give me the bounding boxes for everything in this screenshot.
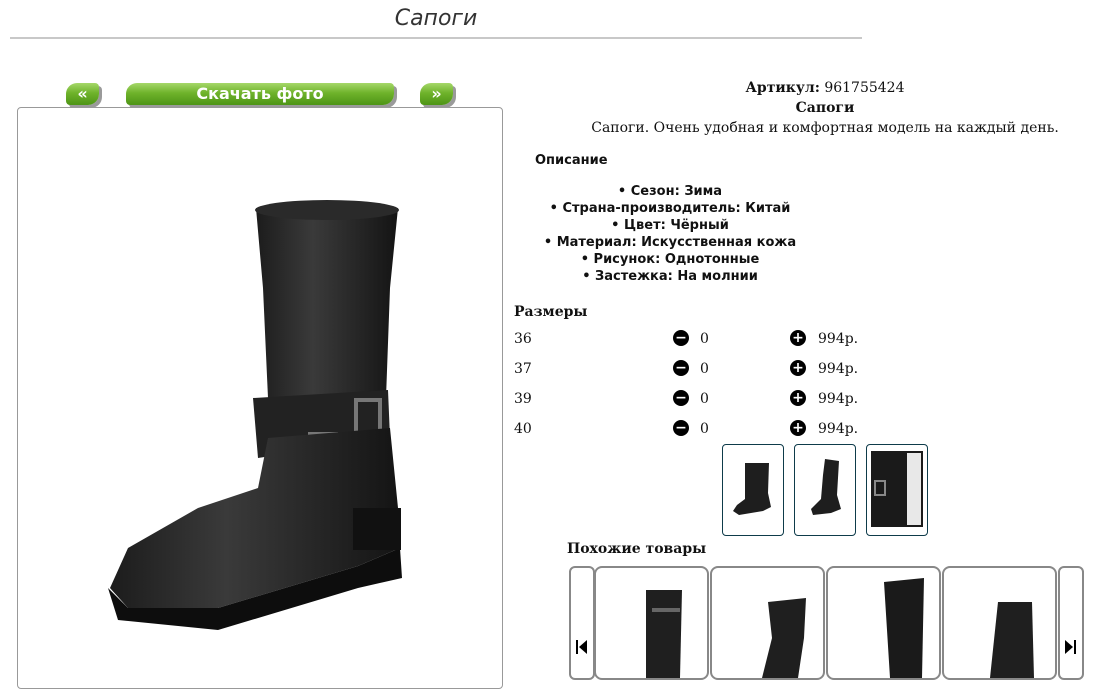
description-title: Описание (535, 153, 608, 168)
product-name: Сапоги (795, 100, 855, 116)
similar-product-card[interactable] (826, 566, 941, 680)
thumbnail-image (733, 463, 771, 515)
size-value: 37 (514, 361, 532, 377)
similar-product-card[interactable] (594, 566, 709, 680)
feature-list: Сезон: Зима Страна-производитель: Китай … (510, 183, 830, 285)
feature-item: Страна-производитель: Китай (510, 200, 830, 217)
product-sku: Артикул: 961755424 (510, 80, 1116, 96)
similar-product-image (990, 602, 1034, 678)
similar-product-card[interactable] (942, 566, 1057, 680)
download-photo-button[interactable]: Скачать фото (126, 83, 394, 105)
feature-item: Рисунок: Однотонные (510, 251, 830, 268)
page-title: Сапоги (394, 6, 478, 31)
feature-item: Сезон: Зима (510, 183, 830, 200)
size-value: 36 (514, 331, 532, 347)
thumbnail-image (811, 459, 841, 515)
thumbnail-image (871, 451, 923, 527)
similar-next-button[interactable] (1058, 566, 1084, 680)
skip-back-icon (576, 640, 587, 654)
size-value: 39 (514, 391, 532, 407)
size-row: 37 − 0 + 994р. (514, 358, 874, 382)
plus-circle-icon[interactable]: + (790, 390, 806, 406)
next-photo-button[interactable]: » (420, 83, 453, 105)
prev-photo-button[interactable]: « (66, 83, 99, 105)
photo-thumbnail[interactable] (722, 444, 784, 536)
skip-forward-icon (1065, 640, 1076, 654)
sizes-title: Размеры (514, 304, 588, 320)
title-divider (10, 37, 862, 39)
photo-thumbnail[interactable] (866, 444, 928, 536)
size-price: 994р. (818, 391, 859, 407)
boot-image (108, 200, 402, 630)
size-quantity: 0 (700, 361, 709, 377)
plus-circle-icon[interactable]: + (790, 360, 806, 376)
size-price: 994р. (818, 361, 859, 377)
size-price: 994р. (818, 421, 859, 437)
sku-value: 961755424 (824, 80, 905, 96)
size-row: 36 − 0 + 994р. (514, 328, 874, 352)
product-short-description: Сапоги. Очень удобная и комфортная модел… (591, 120, 1059, 136)
similar-prev-button[interactable] (569, 566, 595, 680)
feature-item: Цвет: Чёрный (510, 217, 830, 234)
minus-circle-icon[interactable]: − (673, 330, 689, 346)
size-quantity: 0 (700, 391, 709, 407)
minus-circle-icon[interactable]: − (673, 420, 689, 436)
similar-product-image (762, 598, 806, 678)
size-quantity: 0 (700, 421, 709, 437)
minus-circle-icon[interactable]: − (673, 360, 689, 376)
similar-product-image (884, 578, 924, 678)
similar-product-image (646, 590, 682, 678)
similar-product-card[interactable] (710, 566, 825, 680)
size-row: 39 − 0 + 994р. (514, 388, 874, 412)
size-price: 994р. (818, 331, 859, 347)
sku-label: Артикул: (745, 80, 820, 96)
similar-products-title: Похожие товары (567, 541, 707, 557)
plus-circle-icon[interactable]: + (790, 420, 806, 436)
photo-thumbnail[interactable] (794, 444, 856, 536)
size-row: 40 − 0 + 994р. (514, 418, 874, 442)
minus-circle-icon[interactable]: − (673, 390, 689, 406)
feature-item: Материал: Искусственная кожа (510, 234, 830, 251)
feature-item: Застежка: На молнии (510, 268, 830, 285)
main-product-photo[interactable] (17, 107, 503, 689)
size-quantity: 0 (700, 331, 709, 347)
plus-circle-icon[interactable]: + (790, 330, 806, 346)
size-value: 40 (514, 421, 532, 437)
